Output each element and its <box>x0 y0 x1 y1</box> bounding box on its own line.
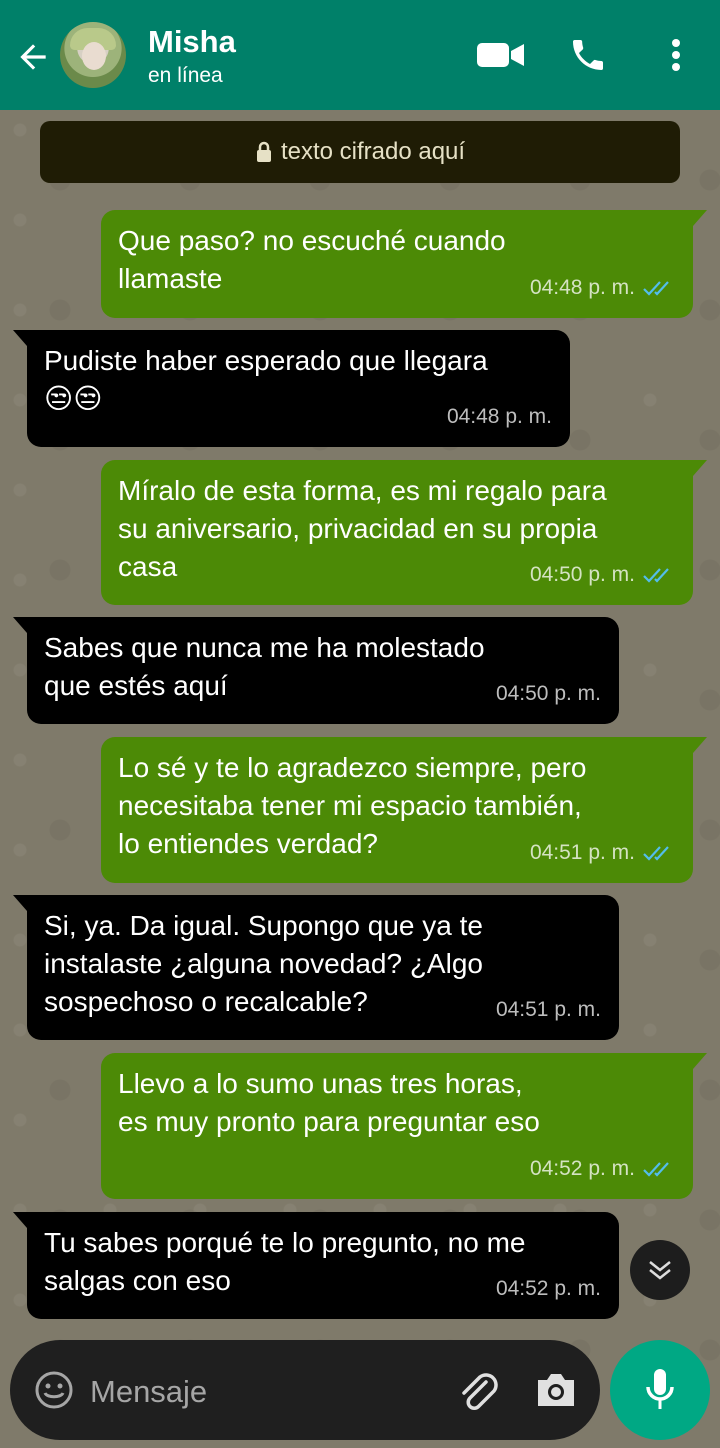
attach-icon[interactable] <box>456 1368 500 1412</box>
message-bubble[interactable]: Tu sabes porqué te lo pregunto, no me sa… <box>13 1212 619 1319</box>
message-bubble[interactable]: Míralo de esta forma, es mi regalo para … <box>101 460 707 605</box>
message-time: 04:50 p. m. <box>495 682 601 705</box>
message-meta: 04:48 p. m. <box>530 269 675 307</box>
message-bubble[interactable]: Sabes que nunca me ha molestado que esté… <box>13 617 619 724</box>
message-bubble[interactable]: Pudiste haber esperado que llegara 😒😒 04… <box>13 330 570 447</box>
message-meta: 04:52 p. m. <box>496 1270 601 1308</box>
voice-message-button[interactable] <box>610 1340 710 1440</box>
encryption-banner[interactable]: texto cifrado aquí <box>40 121 680 183</box>
message-time: 04:51 p. m. <box>495 998 601 1021</box>
double-check-icon <box>643 846 669 861</box>
more-options-icon[interactable] <box>664 35 688 75</box>
message-meta: 04:50 p. m. <box>530 556 675 594</box>
double-check-icon <box>643 1162 669 1177</box>
message-bubble[interactable]: Lo sé y te lo agradezco siempre, pero ne… <box>101 737 707 883</box>
message-time: 04:48 p. m. <box>446 405 552 428</box>
double-check-icon <box>643 281 669 296</box>
emoji-icon[interactable] <box>34 1370 74 1410</box>
message-time: 04:50 p. m. <box>529 563 635 586</box>
message-bubble[interactable]: Que paso? no escuché cuando llamaste 04:… <box>101 210 707 318</box>
avatar[interactable] <box>60 22 126 88</box>
message-meta: 04:48 p. m. <box>447 398 552 436</box>
message-meta: 04:51 p. m. <box>530 834 675 872</box>
message-time: 04:52 p. m. <box>495 1277 601 1300</box>
message-bubble[interactable]: Llevo a lo sumo unas tres horas, es muy … <box>101 1053 707 1199</box>
message-time: 04:51 p. m. <box>529 841 635 864</box>
message-meta: 04:50 p. m. <box>496 675 601 713</box>
back-arrow-icon[interactable] <box>14 38 52 76</box>
video-call-icon[interactable] <box>476 35 526 75</box>
lock-icon <box>256 141 271 162</box>
message-meta: 04:52 p. m. <box>530 1150 675 1188</box>
message-text: Llevo a lo sumo unas tres horas, es muy … <box>118 1068 540 1137</box>
double-chevron-down-icon <box>649 1261 671 1280</box>
message-meta: 04:51 p. m. <box>496 991 601 1029</box>
contact-status: en línea <box>148 64 223 87</box>
scroll-to-bottom-button[interactable] <box>630 1240 690 1300</box>
message-input[interactable] <box>88 1364 432 1420</box>
message-composer <box>10 1340 600 1440</box>
chat-header: Misha en línea <box>0 0 720 110</box>
camera-icon[interactable] <box>534 1370 578 1410</box>
phone-icon[interactable] <box>568 35 608 75</box>
encryption-banner-text: texto cifrado aquí <box>280 138 466 165</box>
contact-name[interactable]: Misha <box>148 24 236 60</box>
microphone-icon <box>646 1369 674 1409</box>
double-check-icon <box>643 568 669 583</box>
message-time: 04:52 p. m. <box>529 1157 635 1180</box>
message-bubble[interactable]: Si, ya. Da igual. Supongo que ya te inst… <box>13 895 619 1040</box>
message-time: 04:48 p. m. <box>529 276 635 299</box>
